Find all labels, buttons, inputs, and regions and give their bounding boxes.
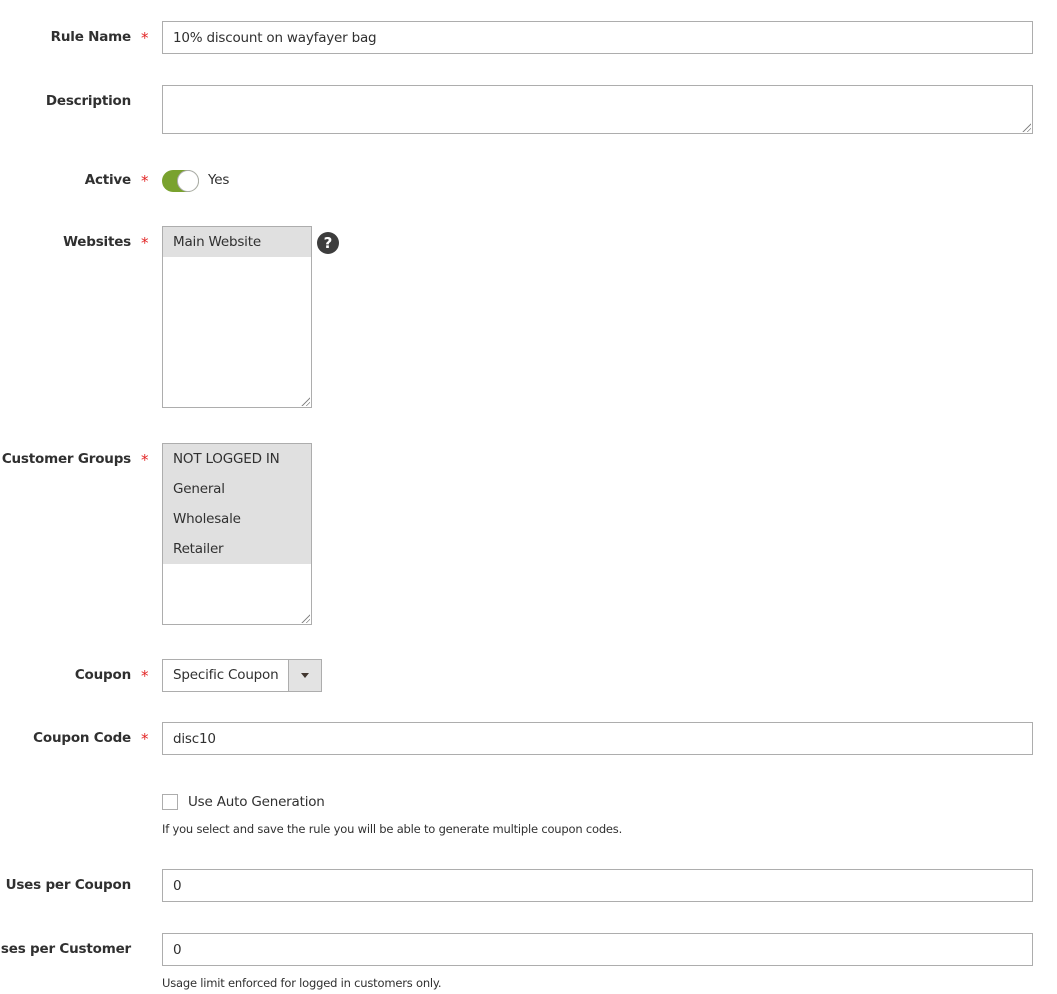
websites-option[interactable]: Main Website — [163, 227, 311, 257]
description-label: Description — [45, 93, 131, 109]
uses-per-customer-label: Uses per Customer — [0, 941, 131, 957]
help-icon[interactable]: ? — [317, 232, 339, 254]
auto-generation-label[interactable]: Use Auto Generation — [188, 794, 325, 810]
rule-name-label: Rule Name — [50, 29, 132, 45]
required-marker: * — [141, 451, 149, 469]
uses-per-coupon-label: Uses per Coupon — [5, 877, 132, 893]
required-marker: * — [141, 730, 149, 748]
required-marker: * — [141, 234, 149, 252]
customer-group-option[interactable]: NOT LOGGED IN — [163, 444, 311, 474]
active-label: Active — [84, 172, 131, 188]
websites-label: Websites — [63, 234, 131, 250]
coupon-select-value: Specific Coupon — [173, 667, 279, 683]
active-toggle[interactable] — [162, 170, 199, 192]
customer-groups-multiselect[interactable]: NOT LOGGED IN General Wholesale Retailer — [162, 443, 312, 625]
resize-handle-icon[interactable] — [300, 396, 310, 406]
coupon-select-toggle[interactable] — [288, 660, 321, 691]
toggle-knob — [177, 170, 199, 192]
required-marker: * — [141, 29, 149, 47]
customer-group-option[interactable]: General — [163, 474, 311, 504]
coupon-code-input[interactable] — [162, 722, 1033, 755]
resize-handle-icon[interactable] — [1021, 122, 1031, 132]
uses-per-coupon-input[interactable] — [162, 869, 1033, 902]
coupon-code-label: Coupon Code — [33, 730, 131, 746]
chevron-down-icon — [301, 673, 309, 678]
auto-generation-checkbox[interactable] — [162, 794, 178, 810]
uses-per-customer-input[interactable] — [162, 933, 1033, 966]
customer-group-option[interactable]: Retailer — [163, 534, 311, 564]
rule-name-input[interactable] — [162, 21, 1033, 54]
required-marker: * — [141, 172, 149, 190]
customer-group-option[interactable]: Wholesale — [163, 504, 311, 534]
customer-groups-label: Customer Groups — [1, 451, 131, 467]
resize-handle-icon[interactable] — [300, 613, 310, 623]
cart-price-rule-form: Rule Name * Description Active * Yes Web… — [0, 0, 1057, 994]
coupon-label: Coupon — [74, 667, 131, 683]
active-toggle-state: Yes — [208, 172, 230, 188]
coupon-select[interactable]: Specific Coupon — [162, 659, 322, 692]
websites-multiselect[interactable]: Main Website — [162, 226, 312, 408]
uses-per-customer-note: Usage limit enforced for logged in custo… — [162, 976, 442, 990]
description-textarea[interactable] — [162, 85, 1033, 134]
required-marker: * — [141, 667, 149, 685]
auto-generation-note: If you select and save the rule you will… — [162, 822, 623, 836]
